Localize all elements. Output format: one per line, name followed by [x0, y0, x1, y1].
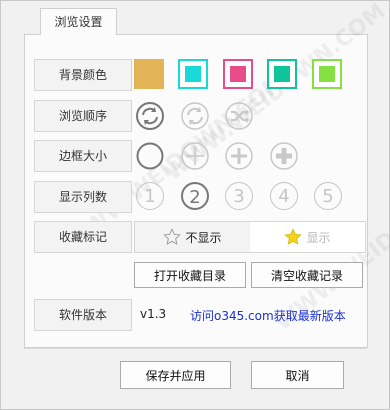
color-swatch-gold[interactable] — [134, 59, 164, 89]
column-option-2[interactable]: 2 — [181, 182, 209, 210]
tab-browse-settings[interactable]: 浏览设置 — [40, 8, 117, 35]
version-value: v1.3 — [140, 307, 167, 321]
clear-favorites-button[interactable]: 清空收藏记录 — [251, 262, 363, 288]
circle-icon[interactable] — [135, 141, 165, 171]
repeat-icon[interactable] — [135, 101, 165, 131]
color-swatch-pink[interactable] — [223, 59, 253, 89]
star-outline-icon — [163, 228, 182, 245]
column-option-3[interactable]: 3 — [225, 182, 253, 210]
column-option-4[interactable]: 4 — [270, 182, 298, 210]
plus-bold-icon[interactable] — [269, 141, 299, 171]
cancel-button[interactable]: 取消 — [251, 361, 344, 389]
favorite-mark-toggle: 不显示 显示 — [134, 221, 366, 253]
star-filled-icon — [284, 228, 303, 245]
color-swatch-green[interactable] — [312, 59, 342, 89]
shuffle-icon[interactable] — [224, 101, 254, 131]
plus-thin-icon[interactable] — [180, 141, 210, 171]
favorite-hide-label: 不显示 — [185, 230, 222, 245]
favorite-show-label: 显示 — [306, 230, 331, 245]
footer-divider — [24, 348, 366, 349]
color-swatch-teal[interactable] — [267, 59, 297, 89]
favorite-show-option[interactable]: 显示 — [250, 222, 365, 252]
label-version: 软件版本 — [34, 299, 132, 331]
label-browse-order: 浏览顺序 — [34, 100, 132, 132]
plus-medium-icon[interactable] — [224, 141, 254, 171]
update-link[interactable]: 访问o345.com获取最新版本 — [190, 307, 346, 324]
open-favorites-button[interactable]: 打开收藏目录 — [134, 262, 246, 288]
column-option-1[interactable]: 1 — [136, 182, 164, 210]
label-bg-color: 背景颜色 — [34, 59, 132, 91]
label-favorite-mark: 收藏标记 — [34, 221, 132, 253]
save-apply-button[interactable]: 保存并应用 — [120, 361, 231, 389]
column-option-5[interactable]: 5 — [314, 182, 342, 210]
refresh-icon[interactable] — [180, 101, 210, 131]
label-border-size: 边框大小 — [34, 140, 132, 172]
favorite-hide-option[interactable]: 不显示 — [135, 222, 250, 252]
label-columns: 显示列数 — [34, 181, 132, 213]
color-swatch-cyan[interactable] — [178, 59, 208, 89]
